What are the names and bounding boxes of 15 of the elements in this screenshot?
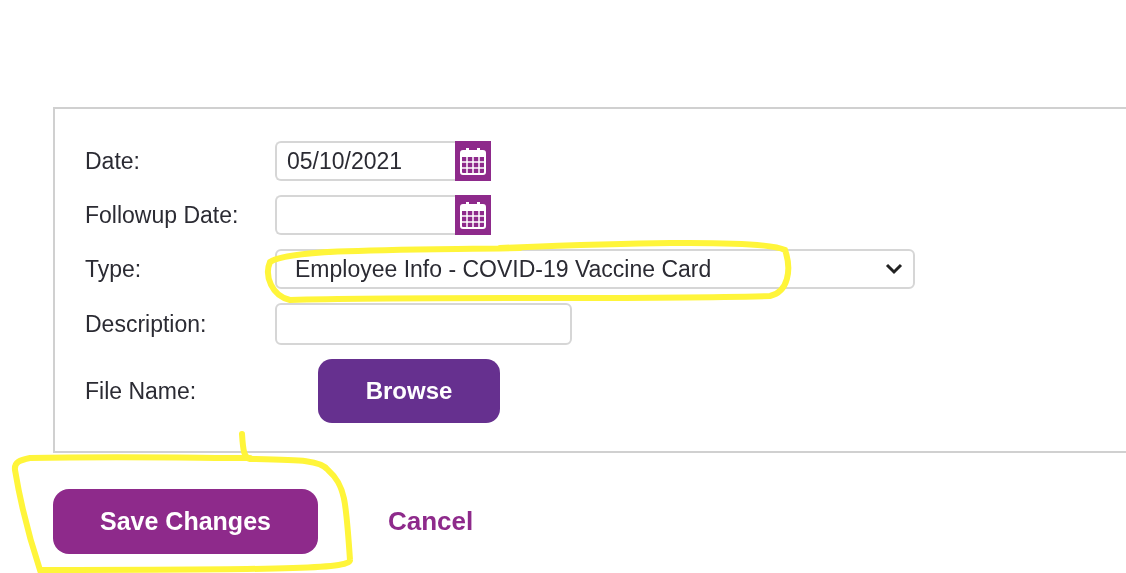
chevron-icon xyxy=(885,263,903,275)
field-label: Followup Date: xyxy=(85,201,240,229)
save-changes-button[interactable]: Save Changes xyxy=(53,489,318,554)
cancel-link[interactable]: Cancel xyxy=(388,506,474,537)
description-field[interactable] xyxy=(275,303,572,345)
date-field[interactable]: 05/10/2021 xyxy=(275,141,455,181)
field-label: File Name: xyxy=(85,377,198,405)
field-label: Description: xyxy=(85,310,208,338)
field-label: Type: xyxy=(85,255,143,283)
date-field[interactable] xyxy=(275,195,455,235)
field-label: Date: xyxy=(85,147,141,175)
calendar-icon[interactable] xyxy=(455,195,491,235)
browse-button[interactable]: Browse xyxy=(318,359,500,423)
calendar-icon[interactable] xyxy=(455,141,491,181)
type-dropdown[interactable]: Employee Info - COVID-19 Vaccine Card xyxy=(275,249,915,289)
